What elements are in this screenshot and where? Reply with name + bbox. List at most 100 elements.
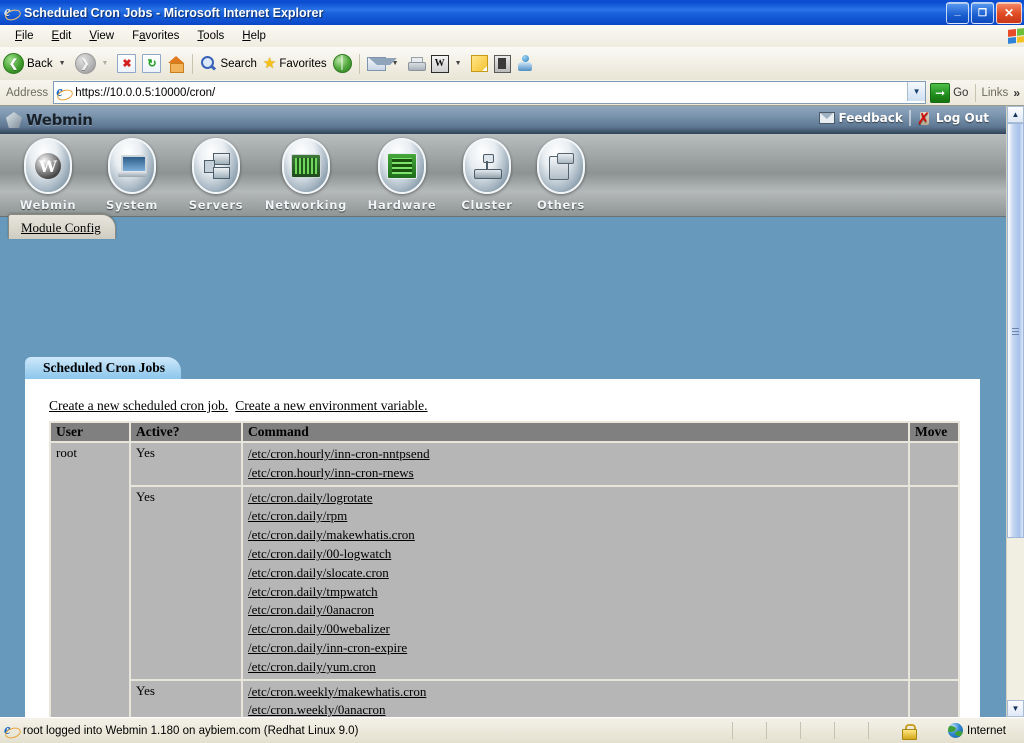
circuit-board-icon <box>378 138 426 194</box>
status-divider-5 <box>868 722 869 739</box>
cron-command-link[interactable]: /etc/cron.daily/inn-cron-expire <box>248 639 903 658</box>
refresh-icon: ↻ <box>142 54 162 73</box>
category-label-others: Others <box>537 198 585 212</box>
scroll-up-button[interactable]: ▲ <box>1007 106 1024 123</box>
menu-edit[interactable]: Edit <box>43 28 81 44</box>
note-icon <box>470 55 488 72</box>
favorites-label: Favorites <box>279 57 327 70</box>
cron-command-link[interactable]: /etc/cron.daily/yum.cron <box>248 658 903 677</box>
cron-command-link[interactable]: /etc/cron.daily/rpm <box>248 507 903 526</box>
window-title-bar: e Scheduled Cron Jobs - Microsoft Intern… <box>0 0 1024 25</box>
category-hardware[interactable]: Hardware <box>354 134 450 212</box>
cron-command-link[interactable]: /etc/cron.daily/makewhatis.cron <box>248 526 903 545</box>
home-button[interactable] <box>164 52 188 76</box>
star-icon: ★ <box>262 55 277 72</box>
minimize-button[interactable]: _ <box>946 2 969 24</box>
category-webmin[interactable]: W Webmin <box>6 134 90 212</box>
menu-favorites[interactable]: Favorites <box>123 28 188 44</box>
cell-command: /etc/cron.hourly/inn-cron-nntpsend/etc/c… <box>243 443 908 485</box>
scrollbar-thumb[interactable] <box>1007 123 1024 538</box>
edit-dropdown-icon[interactable]: ▼ <box>452 60 465 67</box>
printer-icon <box>407 56 426 71</box>
internet-explorer-window: e Scheduled Cron Jobs - Microsoft Intern… <box>0 0 1024 743</box>
page-scrollbar[interactable]: ▲ ▼ <box>1006 106 1024 717</box>
category-servers[interactable]: Servers <box>174 134 258 212</box>
toolbar-separator <box>192 53 194 74</box>
cell-command: /etc/cron.daily/logrotate/etc/cron.daily… <box>243 486 908 679</box>
category-cluster[interactable]: Cluster <box>450 134 524 212</box>
cron-command-link[interactable]: /etc/cron.daily/0anacron <box>248 601 903 620</box>
category-system[interactable]: System <box>90 134 174 212</box>
menu-file[interactable]: File <box>6 28 43 44</box>
cell-move[interactable] <box>910 443 958 485</box>
cron-command-link[interactable]: /etc/cron.daily/00-logwatch <box>248 545 903 564</box>
category-label-servers: Servers <box>188 198 244 212</box>
address-url-text: https://10.0.0.5:10000/cron/ <box>75 86 216 99</box>
chevron-double-right-icon[interactable]: » <box>1013 86 1024 100</box>
cron-command-link[interactable]: /etc/cron.daily/00webalizer <box>248 620 903 639</box>
category-label-networking: Networking <box>264 198 348 212</box>
cron-jobs-table-body: root Yes/etc/cron.hourly/inn-cron-nntpsen… <box>51 443 958 717</box>
back-arrow-icon: ❮ <box>3 53 24 74</box>
cron-command-link[interactable]: /etc/cron.hourly/inn-cron-nntpsend <box>248 445 903 464</box>
address-label: Address <box>6 86 49 99</box>
security-zone[interactable]: Internet <box>948 723 1016 738</box>
page-tab-row: Scheduled Cron Jobs <box>25 357 182 379</box>
forward-dropdown-icon: ▼ <box>101 60 109 67</box>
cron-command-link[interactable]: /etc/cron.weekly/makewhatis.cron <box>248 683 903 702</box>
close-button[interactable]: ✕ <box>996 2 1022 24</box>
category-others[interactable]: Others <box>524 134 598 212</box>
status-message: root logged into Webmin 1.180 on aybiem.… <box>23 724 359 737</box>
create-environment-variable-link[interactable]: Create a new environment variable. <box>235 398 427 413</box>
webmin-header-links: Feedback Log Out <box>818 109 989 128</box>
menu-help[interactable]: Help <box>233 28 275 44</box>
column-header-active: Active? <box>131 423 241 441</box>
word-icon: W <box>430 54 449 73</box>
restore-button[interactable]: ❐ <box>971 2 994 24</box>
mail-button[interactable]: ▼ <box>364 52 405 76</box>
envelope-icon <box>818 112 835 124</box>
scroll-down-button[interactable]: ▼ <box>1007 700 1024 717</box>
page-action-links: Create a new scheduled cron job. Create … <box>49 398 432 414</box>
status-divider-4 <box>834 722 835 739</box>
cell-move[interactable] <box>910 680 958 717</box>
address-input[interactable]: e https://10.0.0.5:10000/cron/ ▼ <box>53 81 927 104</box>
back-button[interactable]: ❮ Back ▼ <box>0 52 72 76</box>
cron-command-link[interactable]: /etc/cron.hourly/inn-cron-rnews <box>248 464 903 483</box>
print-button[interactable] <box>405 52 428 76</box>
cron-command-link[interactable]: /etc/cron.weekly/0anacron <box>248 701 903 717</box>
cell-move[interactable] <box>910 486 958 679</box>
favorites-button[interactable]: ★ Favorites <box>260 52 330 76</box>
tab-scheduled-cron-jobs[interactable]: Scheduled Cron Jobs <box>25 357 182 379</box>
links-label[interactable]: Links <box>976 87 1013 99</box>
search-icon <box>200 55 217 72</box>
media-button[interactable] <box>330 52 355 76</box>
edit-word-button[interactable]: W ▼ <box>428 52 468 76</box>
page-content: Create a new scheduled cron job. Create … <box>25 379 980 717</box>
stop-button[interactable]: ✖ <box>114 52 139 76</box>
webmin-spider-icon <box>6 112 22 128</box>
menu-view[interactable]: View <box>80 28 123 44</box>
category-networking[interactable]: Networking <box>258 134 354 212</box>
module-page: Scheduled Cron Jobs Create a new schedul… <box>25 357 980 717</box>
messenger-button[interactable] <box>491 52 514 76</box>
go-button[interactable]: ➞ Go <box>926 82 975 103</box>
feedback-link[interactable]: Feedback <box>818 111 903 125</box>
cron-command-link[interactable]: /etc/cron.daily/slocate.cron <box>248 564 903 583</box>
search-button[interactable]: Search <box>197 52 259 76</box>
back-dropdown-icon[interactable]: ▼ <box>56 60 69 67</box>
create-cron-job-link[interactable]: Create a new scheduled cron job. <box>49 398 228 413</box>
refresh-button[interactable]: ↻ <box>139 52 164 76</box>
module-config-tab[interactable]: Module Config <box>8 214 116 239</box>
logout-link[interactable]: Log Out <box>917 109 989 128</box>
msn-button[interactable] <box>514 52 537 76</box>
go-label: Go <box>953 86 969 99</box>
category-label-cluster: Cluster <box>461 198 513 212</box>
menu-tools[interactable]: Tools <box>188 28 233 44</box>
cron-command-link[interactable]: /etc/cron.daily/logrotate <box>248 489 903 508</box>
forward-button[interactable]: ❯ ▼ <box>72 52 115 76</box>
notes-button[interactable] <box>468 52 491 76</box>
cron-command-link[interactable]: /etc/cron.daily/tmpwatch <box>248 583 903 602</box>
module-config-link[interactable]: Module Config <box>21 220 101 236</box>
address-dropdown-icon[interactable]: ▼ <box>907 82 926 101</box>
